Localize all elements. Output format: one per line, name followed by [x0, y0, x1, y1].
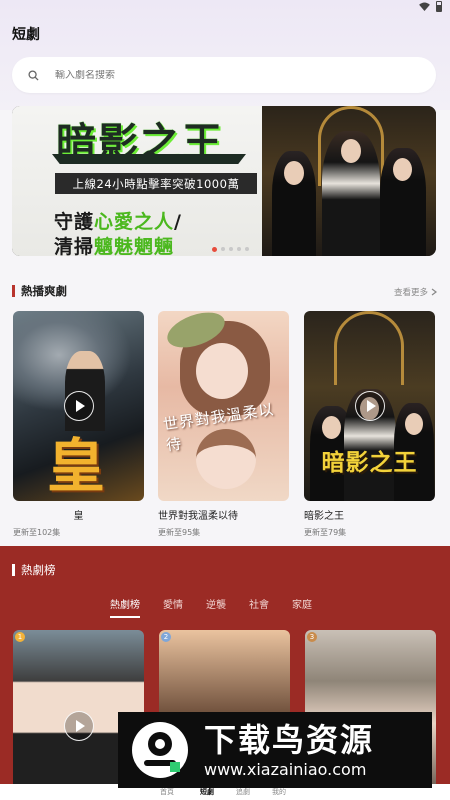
watermark-text: 下载鸟资源 [204, 720, 375, 759]
tagline-1-c: / [174, 211, 182, 233]
poster-face [196, 343, 248, 399]
tagline-2-b: 魑魅魍魎 [94, 236, 175, 256]
tagline-1-b: 心愛之人 [94, 211, 175, 233]
promo-banner[interactable]: 暗影之王 上線24小時點擊率突破1000萬 守護心愛之人/ 清掃魑魅魍魎 [12, 106, 436, 256]
banner-tagline-2: 清掃魑魅魍魎 [54, 232, 174, 256]
banner-decoration [52, 154, 246, 164]
watermark-overlay: 下载鸟资源 www.xiazainiao.com [118, 712, 432, 788]
rank-badge: 2 [161, 632, 171, 642]
tab-love[interactable]: 愛情 [163, 596, 183, 611]
banner-figure-center [322, 131, 380, 256]
rank-badge: 1 [15, 632, 25, 642]
battery-icon [436, 1, 442, 12]
drama-card[interactable]: 皇 皇 更新至102集 [13, 311, 144, 538]
bird-logo-icon [132, 722, 188, 778]
section-marker [12, 285, 15, 297]
tab-family[interactable]: 家庭 [292, 596, 312, 611]
pagination-dot[interactable] [245, 247, 249, 251]
nav-short-drama[interactable]: 短劇 [200, 787, 214, 797]
chevron-right-icon [431, 288, 437, 296]
ranking-tabs: 熱劇榜 愛情 逆襲 社會 家庭 [110, 596, 335, 618]
tab-hot[interactable]: 熱劇榜 [110, 596, 140, 618]
banner-photo [262, 106, 436, 256]
hot-section-header: 熱播爽劇 [12, 283, 67, 299]
ranking-title: 熱劇榜 [21, 563, 56, 577]
nav-home[interactable]: 首頁 [160, 787, 174, 797]
play-icon[interactable] [354, 391, 385, 421]
search-icon [28, 69, 39, 81]
drama-poster[interactable]: 暗影之王 [304, 311, 435, 501]
hot-section-title: 熱播爽劇 [21, 284, 67, 298]
pagination-dot[interactable] [229, 247, 233, 251]
tab-comeback[interactable]: 逆襲 [206, 596, 226, 611]
drama-episode-count: 更新至95集 [158, 528, 201, 537]
drama-poster[interactable]: 皇 [13, 311, 144, 501]
pagination-dot[interactable] [237, 247, 241, 251]
play-icon[interactable] [63, 391, 94, 421]
drama-card[interactable]: 世界對我溫柔以待 世界對我溫柔以待 更新至95集 [158, 311, 289, 538]
banner-figure-right [380, 148, 426, 256]
poster-title-art: 暗影之王 [321, 450, 418, 476]
banner-tagline-1: 守護心愛之人/ [54, 207, 182, 234]
banner-artwork: 暗影之王 上線24小時點擊率突破1000萬 守護心愛之人/ 清掃魑魅魍魎 [12, 106, 262, 256]
pagination-dot[interactable] [212, 247, 217, 252]
drama-title: 暗影之王 [304, 511, 344, 522]
header-background [0, 0, 450, 110]
search-input[interactable] [55, 69, 375, 81]
wifi-icon [419, 2, 430, 11]
ranking-header: 熱劇榜 [12, 562, 56, 578]
see-more-label: 查看更多 [393, 288, 428, 298]
tagline-2-a: 清掃 [54, 236, 95, 256]
play-icon[interactable] [63, 711, 94, 741]
drama-episode-count: 更新至79集 [304, 528, 347, 537]
rank-badge: 3 [307, 632, 317, 642]
see-more-link[interactable]: 查看更多 [394, 286, 437, 298]
section-marker [12, 564, 15, 576]
drama-title: 世界對我溫柔以待 [158, 511, 238, 522]
banner-figure-left [272, 151, 316, 256]
drama-poster[interactable]: 世界對我溫柔以待 [158, 311, 289, 501]
poster-title-art: 皇 [47, 432, 106, 500]
banner-ribbon: 上線24小時點擊率突破1000萬 [55, 173, 257, 194]
search-bar[interactable] [12, 57, 436, 93]
tab-society[interactable]: 社會 [249, 596, 269, 611]
poster-title-art: 世界對我溫柔以待 [161, 400, 276, 455]
watermark-url: www.xiazainiao.com [204, 759, 367, 779]
drama-title: 皇 [73, 511, 84, 522]
nav-following[interactable]: 追劇 [236, 787, 250, 797]
nav-profile[interactable]: 我的 [272, 787, 286, 797]
page-title: 短劇 [12, 27, 40, 43]
drama-episode-count: 更新至102集 [13, 528, 61, 537]
tagline-1-a: 守護 [54, 211, 95, 233]
poster-arch [334, 311, 404, 385]
pagination-dot[interactable] [221, 247, 225, 251]
drama-card[interactable]: 暗影之王 暗影之王 更新至79集 [304, 311, 435, 538]
banner-pagination [212, 247, 249, 252]
status-bar [0, 0, 450, 14]
